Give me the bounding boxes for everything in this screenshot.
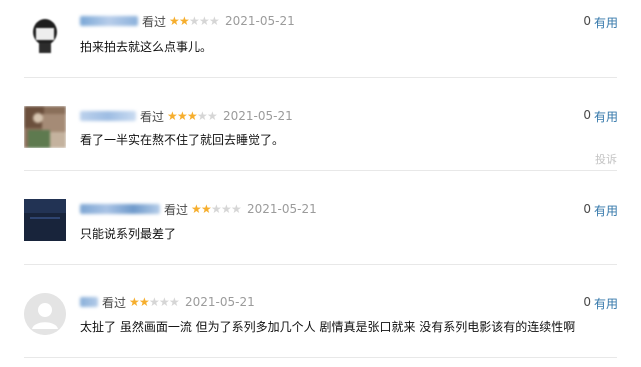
rating-stars: ★ ★ ★ ★ ★ — [169, 14, 220, 28]
comment-meta: 看过 ★ ★ ★ ★ ★ 2021-05-21 — [80, 108, 293, 124]
star-icon: ★ — [169, 14, 180, 28]
star-icon: ★ — [199, 14, 210, 28]
star-icon: ★ — [191, 202, 202, 216]
divider — [24, 77, 617, 78]
report-link[interactable]: 投诉 — [595, 151, 617, 167]
useful-count: 0 — [583, 108, 591, 122]
useful-button[interactable]: 有用 — [594, 108, 618, 125]
avatar-image — [24, 199, 66, 241]
comment-text: 只能说系列最差了 — [80, 227, 177, 241]
divider — [24, 170, 617, 171]
star-icon: ★ — [129, 295, 140, 309]
username[interactable] — [80, 297, 98, 307]
comment-meta: 看过 ★ ★ ★ ★ ★ 2021-05-21 — [80, 294, 255, 310]
useful-vote[interactable]: 0 有用 — [583, 202, 618, 219]
rating-stars: ★ ★ ★ ★ ★ — [167, 109, 218, 123]
seen-label: 看过 — [102, 295, 127, 310]
avatar[interactable] — [24, 199, 66, 241]
seen-label: 看过 — [142, 14, 167, 29]
comment-date: 2021-05-21 — [225, 14, 295, 28]
star-icon: ★ — [139, 295, 150, 309]
rating-stars: ★ ★ ★ ★ ★ — [191, 202, 242, 216]
star-icon: ★ — [159, 295, 170, 309]
star-icon: ★ — [177, 109, 188, 123]
useful-vote[interactable]: 0 有用 — [583, 14, 618, 31]
useful-vote[interactable]: 0 有用 — [583, 295, 618, 312]
divider — [24, 264, 617, 265]
username[interactable] — [80, 204, 160, 214]
avatar-image — [24, 13, 66, 55]
star-icon: ★ — [221, 202, 232, 216]
comment-text: 拍来拍去就这么点事儿。 — [80, 40, 213, 54]
useful-vote[interactable]: 0 有用 — [583, 108, 618, 125]
seen-label: 看过 — [164, 202, 189, 217]
useful-button[interactable]: 有用 — [594, 14, 618, 31]
star-icon: ★ — [201, 202, 212, 216]
star-icon: ★ — [167, 109, 178, 123]
star-icon: ★ — [169, 295, 180, 309]
useful-count: 0 — [583, 202, 591, 216]
star-icon: ★ — [187, 109, 198, 123]
default-avatar-icon — [24, 293, 66, 335]
avatar[interactable] — [24, 293, 66, 335]
username[interactable] — [80, 111, 136, 121]
comment-meta: 看过 ★ ★ ★ ★ ★ 2021-05-21 — [80, 201, 317, 217]
star-icon: ★ — [231, 202, 242, 216]
comment-text: 看了一半实在熬不住了就回去睡觉了。 — [80, 133, 285, 147]
useful-button[interactable]: 有用 — [594, 202, 618, 219]
avatar[interactable] — [24, 13, 66, 55]
star-icon: ★ — [189, 14, 200, 28]
star-icon: ★ — [179, 14, 190, 28]
comment-text: 太扯了 虽然画面一流 但为了系列多加几个人 剧情真是张口就来 没有系列电影该有的… — [80, 320, 576, 334]
rating-stars: ★ ★ ★ ★ ★ — [129, 295, 180, 309]
star-icon: ★ — [197, 109, 208, 123]
divider — [24, 357, 617, 358]
star-icon: ★ — [207, 109, 218, 123]
username[interactable] — [80, 16, 138, 26]
useful-button[interactable]: 有用 — [594, 295, 618, 312]
comment-date: 2021-05-21 — [223, 109, 293, 123]
star-icon: ★ — [209, 14, 220, 28]
comment-meta: 看过 ★ ★ ★ ★ ★ 2021-05-21 — [80, 13, 295, 29]
avatar[interactable] — [24, 106, 66, 148]
useful-count: 0 — [583, 14, 591, 28]
star-icon: ★ — [211, 202, 222, 216]
star-icon: ★ — [149, 295, 160, 309]
comment-date: 2021-05-21 — [185, 295, 255, 309]
avatar-image — [24, 106, 66, 148]
comment-date: 2021-05-21 — [247, 202, 317, 216]
seen-label: 看过 — [140, 109, 165, 124]
useful-count: 0 — [583, 295, 591, 309]
